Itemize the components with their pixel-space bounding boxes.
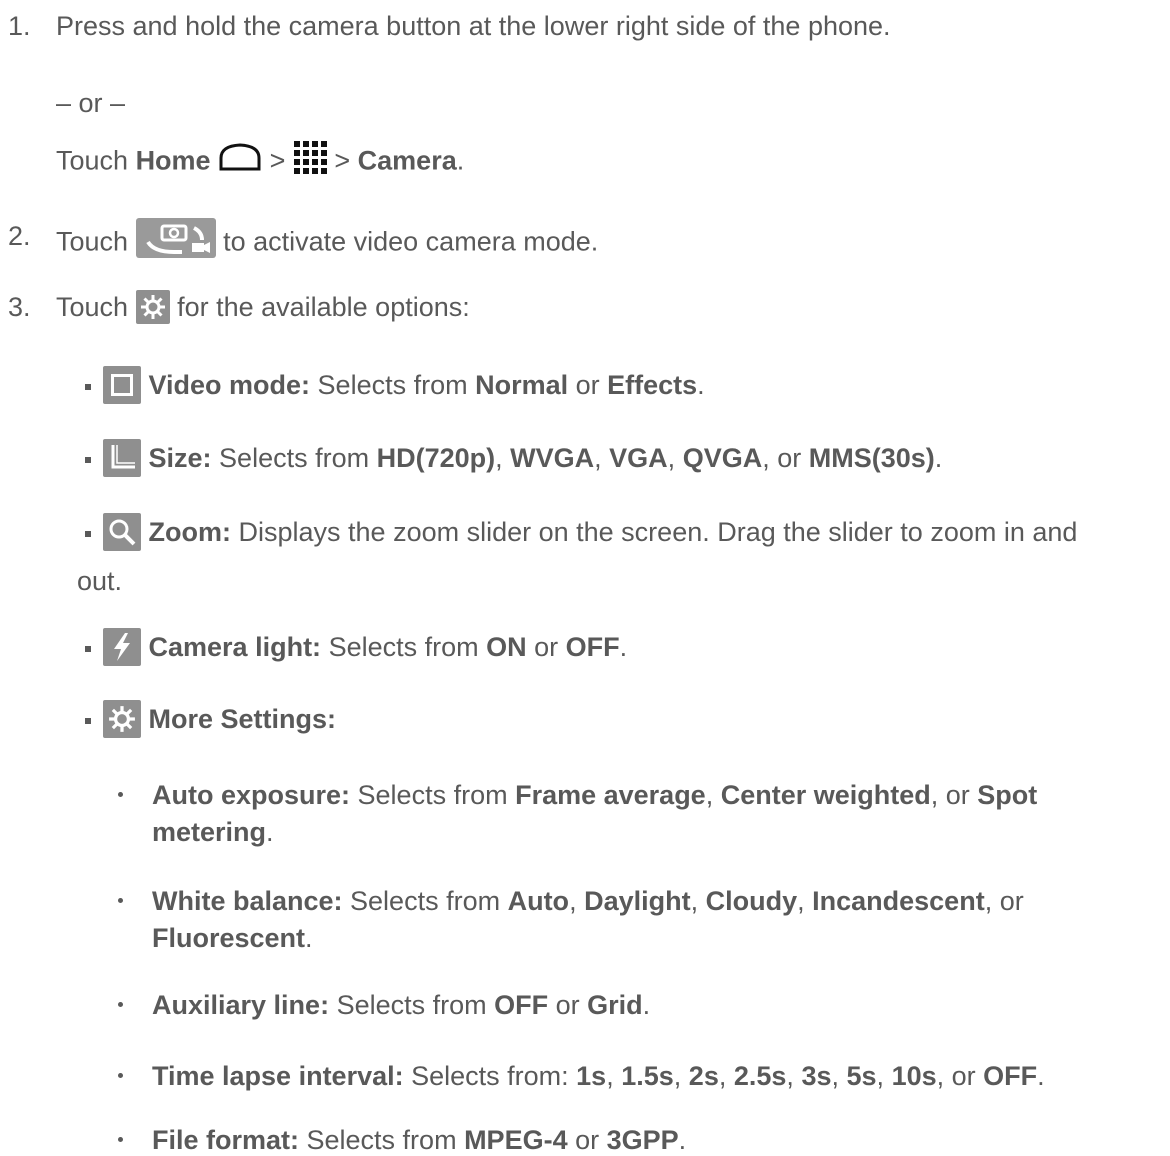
bullet [85,646,91,652]
page: { "step1": { "num": "1.", "text": "Press… [0,0,1170,1155]
bullet [118,792,123,797]
setting-white-balance-cont: Fluorescent. [152,923,313,953]
step-2-text: Touch to activate video camera mode. [56,218,598,267]
setting-white-balance: White balance: Selects from Auto, Daylig… [152,886,1024,916]
option-size: Size: Selects from HD(720p), WVGA, VGA, … [103,439,942,479]
settings-gear-icon [135,289,170,324]
camera-video-switch-icon [135,218,216,265]
bullet [118,1002,123,1007]
setting-time-lapse: Time lapse interval: Selects from: 1s, 1… [152,1061,1045,1091]
setting-auto-exposure-cont: metering. [152,817,274,847]
step-3-text: Touch for the available options: [56,289,470,326]
bullet [118,1137,123,1142]
flash-bolt-icon [103,628,141,666]
option-video-mode: Video mode: Selects from Normal or Effec… [103,366,705,406]
frame-square-icon [103,366,141,404]
bullet [85,384,91,390]
step-1-text: Press and hold the camera button at the … [56,11,891,41]
size-corner-icon [103,439,141,477]
home-label: Home [135,145,211,176]
apps-grid-icon [293,140,327,181]
camera-label: Camera [357,145,457,176]
bullet [118,898,123,903]
option-zoom-cont: out. [77,566,123,596]
setting-file-format: File format: Selects from MPEG-4 or 3GPP… [152,1125,687,1155]
option-camera-light: Camera light: Selects from ON or OFF. [103,628,627,668]
setting-auto-exposure: Auto exposure: Selects from Frame averag… [152,780,1038,810]
step-1-number: 1. [8,11,31,41]
setting-auxiliary-line: Auxiliary line: Selects from OFF or Grid… [152,990,651,1020]
bullet [85,457,91,463]
step-1-or: – or – [56,88,126,118]
bullet [118,1073,123,1078]
magnifier-icon [103,513,141,551]
option-zoom: Zoom: Displays the zoom slider on the sc… [103,513,1077,553]
step-1-alt: Touch Home > > Camera. [56,140,464,183]
option-more-settings: More Settings: [103,700,336,740]
settings-gear-icon [103,700,141,738]
bullet [85,531,91,537]
bullet [85,718,91,724]
home-outline-icon [218,142,262,179]
step-2-number: 2. [8,221,31,251]
step-3-number: 3. [8,292,31,322]
